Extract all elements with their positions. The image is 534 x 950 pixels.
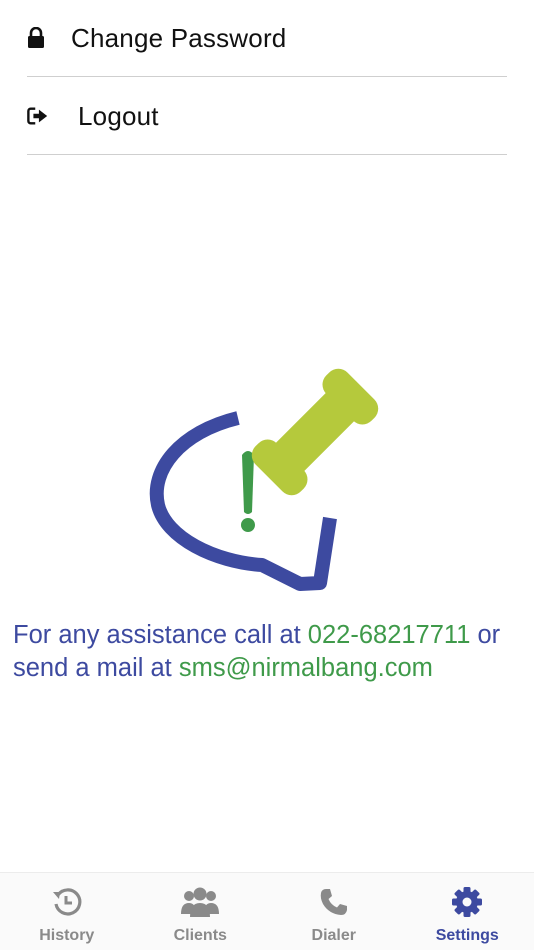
assistance-text: For any assistance call at 022-68217711 … [13,619,528,685]
tab-history[interactable]: History [0,873,134,950]
tab-settings-label: Settings [435,927,499,944]
change-password-label: Change Password [71,22,287,53]
support-logo-icon [149,368,379,591]
settings-screen: Change Password Logout For any assistanc… [0,0,534,950]
logout-icon [27,104,49,128]
tab-clients-label: Clients [173,927,227,944]
assistance-line1-prefix: For any assistance call at [13,621,308,649]
history-icon [51,885,83,919]
assistance-line1-suffix: or [470,621,501,649]
logout-label: Logout [78,100,159,131]
tab-history-label: History [39,927,95,944]
gear-icon [451,885,483,919]
clients-icon [181,885,220,919]
handset-shape [251,368,379,496]
tab-dialer[interactable]: Dialer [267,873,401,950]
change-password-item[interactable]: Change Password [27,0,507,77]
tab-clients[interactable]: Clients [134,873,268,950]
assistance-line2-prefix: send a mail at [13,654,179,682]
lock-icon [27,26,49,50]
support-phone-link[interactable]: 022-68217711 [308,621,471,649]
tab-dialer-label: Dialer [311,927,356,944]
support-email-link[interactable]: sms@nirmalbang.com [179,654,433,682]
logout-item[interactable]: Logout [27,78,507,155]
bottom-tab-bar: History Clients Dialer Settings [0,872,534,950]
phone-icon [319,885,349,919]
tab-settings[interactable]: Settings [401,873,534,950]
